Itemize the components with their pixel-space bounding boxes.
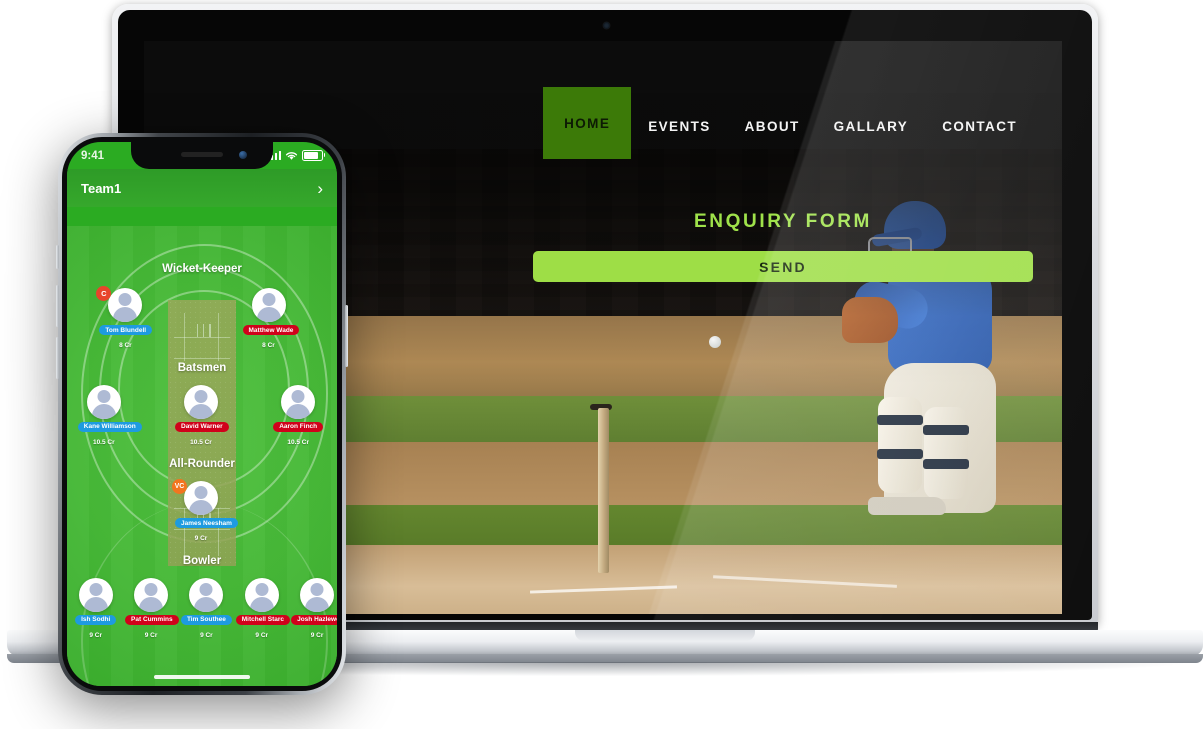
player-name: Tim Southee	[180, 614, 232, 625]
player-name: Kane Williamson	[77, 421, 142, 432]
avatar	[189, 577, 224, 612]
avatar	[78, 577, 113, 612]
player-credit: 9 Cr	[89, 631, 103, 639]
phone-silent-switch[interactable]	[56, 245, 59, 269]
player-name: Mitchell Starc	[235, 614, 291, 625]
player-card[interactable]: Tim Southee 9 Cr	[180, 577, 232, 639]
main-navigation[interactable]: HOME EVENTS ABOUT GALLARY CONTACT	[543, 87, 1034, 159]
avatar	[244, 577, 279, 612]
player-credit: 10.5 Cr	[190, 438, 212, 446]
player-name: Josh Hazlewo...	[291, 614, 337, 625]
avatar	[300, 577, 335, 612]
player-name: Aaron Finch	[273, 421, 324, 432]
player-card[interactable]: Mitchell Starc 9 Cr	[235, 577, 291, 639]
phone-volume-down-button[interactable]	[56, 337, 59, 379]
player-credit: 9 Cr	[200, 631, 213, 639]
player-credit: 10.5 Cr	[92, 438, 115, 446]
player-card[interactable]: David Warner 10.5 Cr	[175, 384, 229, 446]
role-label-bowler: Bowler	[182, 554, 222, 567]
avatar	[108, 288, 143, 323]
avatar	[134, 577, 169, 612]
player-credit: 10.5 Cr	[287, 438, 310, 446]
phone-power-button[interactable]	[345, 305, 348, 367]
status-time: 9:41	[81, 149, 105, 162]
player-credit: 8 Cr	[262, 342, 275, 350]
chevron-right-icon[interactable]: ›	[317, 180, 323, 197]
player-card[interactable]: Aaron Finch 10.5 Cr	[272, 384, 324, 446]
nav-item-about[interactable]: ABOUT	[728, 93, 817, 159]
nav-item-gallary[interactable]: GALLARY	[817, 93, 926, 159]
player-credit: 8 Cr	[119, 342, 132, 350]
cricket-field: Wicket-Keeper Batsmen All-Rounder Bowler…	[67, 226, 337, 686]
phone-notch	[131, 142, 273, 169]
role-label-all-rounder: All-Rounder	[169, 458, 235, 471]
avatar	[86, 384, 121, 419]
nav-item-home[interactable]: HOME	[543, 87, 632, 159]
player-credit: 9 Cr	[194, 535, 208, 543]
player-card[interactable]: Ish Sodhi 9 Cr	[70, 577, 122, 639]
app-header: Team1 ›	[67, 169, 337, 207]
avatar	[184, 481, 218, 516]
player-name: Ish Sodhi	[75, 614, 117, 625]
player-name: James Neesham	[175, 518, 238, 529]
avatar	[251, 288, 286, 323]
site-topbar	[144, 41, 1062, 93]
wifi-icon	[285, 151, 298, 160]
player-name: Tom Blundell	[99, 325, 153, 336]
player-card[interactable]: VC James Neesham 9 Cr	[172, 479, 238, 543]
role-label-wicket-keeper: Wicket-Keeper	[162, 262, 242, 275]
phone-volume-up-button[interactable]	[56, 285, 59, 327]
player-credit: 9 Cr	[144, 631, 158, 639]
player-name: Matthew Wade	[242, 325, 300, 336]
player-card[interactable]: Pat Cummins 9 Cr	[125, 577, 179, 639]
enquiry-form-title: ENQUIRY FORM	[694, 211, 872, 232]
battery-icon	[302, 149, 326, 162]
avatar	[281, 384, 316, 419]
enquiry-form: ENQUIRY FORM Name* Mobile Number* Messag…	[533, 211, 1033, 282]
nav-item-events[interactable]: EVENTS	[631, 93, 727, 159]
webcam-icon	[603, 22, 610, 29]
player-credit: 9 Cr	[310, 631, 324, 639]
send-button[interactable]: SEND	[533, 251, 1033, 282]
earpiece-speaker-icon	[181, 152, 223, 157]
laptop-base-notch	[575, 630, 755, 641]
nav-item-contact[interactable]: CONTACT	[925, 93, 1034, 159]
front-camera-icon	[239, 151, 247, 159]
phone-screen: Team1 › Wicket-Keeper Batsmen All-Rounde…	[67, 142, 337, 686]
home-indicator[interactable]	[154, 675, 250, 679]
player-credit: 9 Cr	[255, 631, 269, 639]
player-card[interactable]: C Tom Blundell 8 Cr	[96, 286, 153, 350]
role-label-batsmen: Batsmen	[177, 361, 227, 374]
player-name: David Warner	[175, 421, 229, 432]
player-card[interactable]: Josh Hazlewo... 9 Cr	[291, 577, 337, 639]
player-card[interactable]: Matthew Wade 8 Cr	[242, 288, 300, 350]
team-title: Team1	[81, 180, 122, 196]
player-name: Pat Cummins	[125, 614, 179, 625]
player-card[interactable]: Kane Williamson 10.5 Cr	[77, 384, 142, 446]
phone-mockup: Team1 › Wicket-Keeper Batsmen All-Rounde…	[56, 133, 348, 695]
avatar	[184, 384, 218, 419]
